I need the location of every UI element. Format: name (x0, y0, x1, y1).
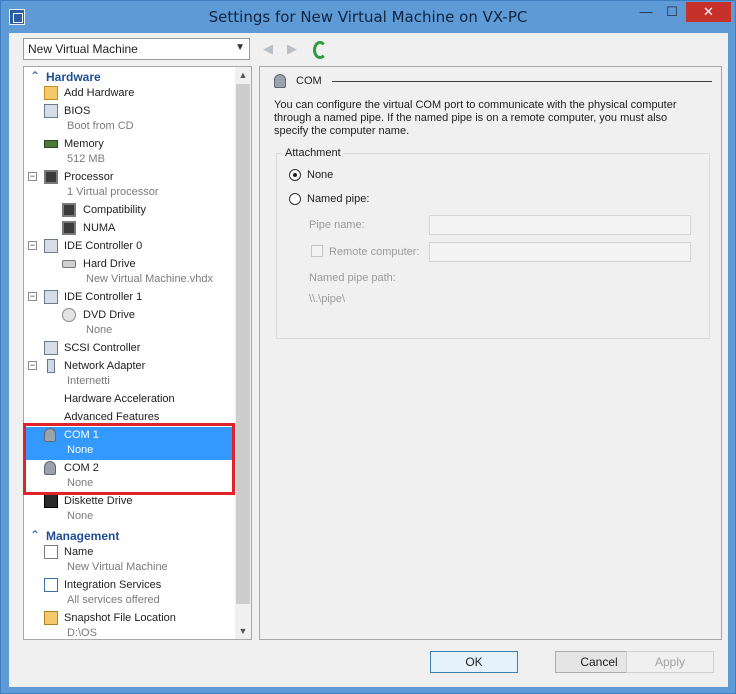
vm-select-value: New Virtual Machine (28, 42, 138, 56)
tree-item-network-adapter[interactable]: − Network Adapter Internetti (24, 358, 236, 392)
snapshot-folder-icon (44, 611, 58, 625)
tree-item-dvd-drive[interactable]: DVD Drive None (24, 307, 236, 341)
com-settings-panel: COM You can configure the virtual COM po… (259, 66, 722, 640)
title-bar: Settings for New Virtual Machine on VX-P… (1, 1, 735, 33)
remote-computer-input[interactable] (429, 242, 691, 262)
apply-button[interactable]: Apply (626, 651, 714, 673)
named-pipe-path-label: Named pipe path: (309, 272, 396, 284)
radio-none[interactable]: None (289, 168, 449, 184)
back-arrow-icon[interactable]: ◀ (263, 41, 277, 57)
ide-controller-icon (44, 290, 58, 304)
scroll-up-icon[interactable]: ▲ (235, 67, 251, 83)
red-annotation-highlight (23, 423, 235, 495)
scroll-down-icon[interactable]: ▼ (235, 623, 251, 639)
hard-drive-icon (62, 260, 76, 268)
tree-item-bios[interactable]: BIOS Boot from CD (24, 103, 236, 137)
diskette-icon (44, 494, 58, 508)
ide-controller-icon (44, 239, 58, 253)
panel-title: COM (296, 75, 322, 87)
pipe-name-label: Pipe name: (309, 219, 365, 231)
maximize-button[interactable]: ☐ (659, 2, 685, 22)
collapse-chevron-icon: ⌃ (30, 528, 41, 542)
add-hardware-icon (44, 86, 58, 100)
management-section-header[interactable]: ⌃ Management (24, 528, 236, 544)
collapse-toggle-icon[interactable]: − (28, 292, 37, 301)
vm-select-dropdown[interactable]: New Virtual Machine ▼ (23, 38, 250, 60)
network-adapter-icon (47, 359, 55, 373)
hardware-section-header[interactable]: ⌃ Hardware (24, 69, 236, 85)
tree-item-snapshot-location[interactable]: Snapshot File Location D:\OS (24, 610, 236, 639)
forward-arrow-icon[interactable]: ▶ (287, 41, 301, 57)
settings-tree: ⌃ Hardware Add Hardware BIOS Boot from C… (23, 66, 252, 640)
header-divider (332, 81, 712, 82)
scsi-controller-icon (44, 341, 58, 355)
tree-item-processor[interactable]: − Processor 1 Virtual processor (24, 169, 236, 203)
compatibility-icon (62, 203, 76, 217)
window-title: Settings for New Virtual Machine on VX-P… (208, 8, 528, 26)
radio-button[interactable] (289, 193, 301, 205)
named-pipe-path-value: \\.\pipe\ (309, 293, 346, 305)
integration-services-icon (44, 578, 58, 592)
tree-scrollbar[interactable]: ▲ ▼ (235, 67, 251, 639)
tree-item-hard-drive[interactable]: Hard Drive New Virtual Machine.vhdx (24, 256, 236, 290)
processor-icon (44, 170, 58, 184)
numa-icon (62, 221, 76, 235)
scrollbar-thumb[interactable] (236, 84, 250, 604)
chevron-down-icon: ▼ (235, 42, 245, 53)
ok-button[interactable]: OK (430, 651, 518, 673)
com-port-icon (274, 74, 286, 88)
refresh-icon[interactable] (313, 41, 327, 59)
tree-item-add-hardware[interactable]: Add Hardware (24, 85, 236, 102)
collapse-toggle-icon[interactable]: − (28, 361, 37, 370)
name-icon (44, 545, 58, 559)
collapse-chevron-icon: ⌃ (30, 69, 41, 83)
pipe-name-input[interactable] (429, 215, 691, 235)
remote-computer-label: Remote computer: (329, 246, 420, 258)
remote-computer-checkbox[interactable] (311, 245, 323, 257)
tree-item-compatibility[interactable]: Compatibility (24, 202, 236, 219)
bios-icon (44, 104, 58, 118)
dvd-drive-icon (62, 308, 76, 322)
tree-item-scsi-controller[interactable]: SCSI Controller (24, 340, 236, 357)
radio-named-pipe[interactable]: Named pipe: (289, 192, 449, 208)
radio-button[interactable] (289, 169, 301, 181)
collapse-toggle-icon[interactable]: − (28, 172, 37, 181)
attachment-legend: Attachment (283, 147, 343, 159)
dialog-body: New Virtual Machine ▼ ◀ ▶ ⌃ Hardware Add… (9, 33, 728, 687)
memory-icon (44, 140, 58, 148)
tree-item-hardware-acceleration[interactable]: Hardware Acceleration (24, 391, 236, 408)
close-button[interactable]: ✕ (686, 2, 731, 22)
tree-item-memory[interactable]: Memory 512 MB (24, 136, 236, 170)
tree-item-ide-controller-1[interactable]: − IDE Controller 1 (24, 289, 236, 306)
attachment-group: Attachment None Named pipe: Pipe name: R… (276, 147, 710, 339)
collapse-toggle-icon[interactable]: − (28, 241, 37, 250)
tree-item-ide-controller-0[interactable]: − IDE Controller 0 (24, 238, 236, 255)
panel-description: You can configure the virtual COM port t… (274, 99, 677, 137)
tree-item-diskette-drive[interactable]: Diskette Drive None (24, 493, 236, 527)
settings-window: Settings for New Virtual Machine on VX-P… (0, 0, 736, 694)
tree-item-integration-services[interactable]: Integration Services All services offere… (24, 577, 236, 611)
tree-item-numa[interactable]: NUMA (24, 220, 236, 237)
tree-item-name[interactable]: Name New Virtual Machine (24, 544, 236, 578)
minimize-button[interactable]: — (633, 2, 659, 22)
